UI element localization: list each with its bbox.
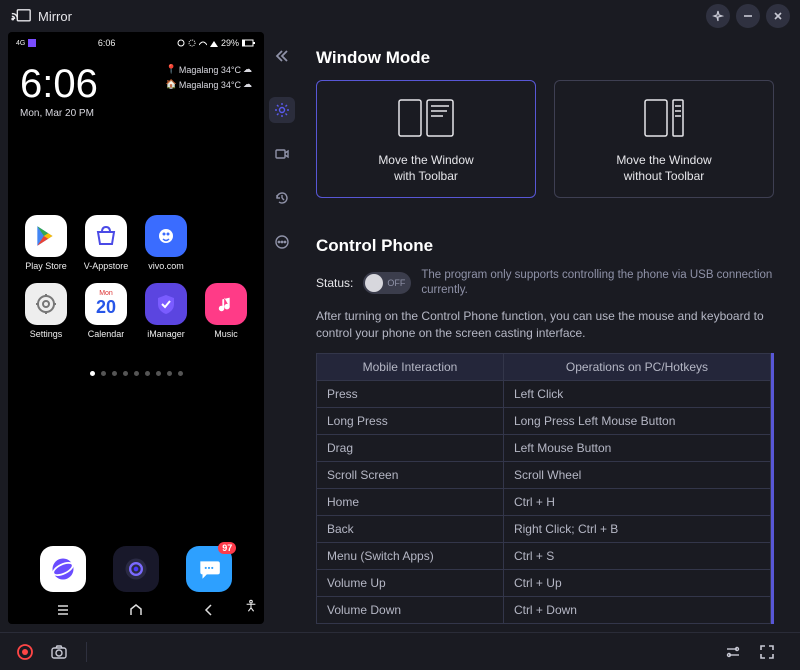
table-header-operations: Operations on PC/Hotkeys (503, 353, 770, 380)
app-imanager[interactable]: iManager (138, 283, 194, 339)
nav-back-button[interactable] (194, 602, 224, 618)
control-phone-title: Control Phone (316, 236, 774, 256)
card-with-toolbar[interactable]: Move the Windowwith Toolbar (316, 80, 536, 198)
phone-navbar (8, 596, 264, 624)
table-row: Long PressLong Press Left Mouse Button (317, 407, 771, 434)
clock-widget: 6:06 Mon, Mar 20 PM 📍Magalang 34°C☁ 🏠Mag… (8, 54, 264, 119)
tab-settings[interactable] (269, 97, 295, 123)
card-caption: Move the Windowwith Toolbar (378, 152, 473, 184)
app-music[interactable]: Music (198, 283, 254, 339)
cell-operation: Ctrl + S (503, 542, 770, 569)
screenshot-button[interactable] (46, 639, 72, 665)
dock-browser[interactable] (40, 546, 86, 592)
window-mode-cards: Move the Windowwith Toolbar Move the Win… (316, 80, 774, 198)
record-button[interactable] (12, 639, 38, 665)
table-row: HomeCtrl + H (317, 488, 771, 515)
table-row: BackRight Click; Ctrl + B (317, 515, 771, 542)
minimize-button[interactable] (736, 4, 760, 28)
card-without-toolbar-icon (627, 94, 701, 142)
collapse-sidebar-button[interactable] (274, 48, 290, 69)
dock-camera[interactable] (113, 546, 159, 592)
tab-history[interactable] (269, 185, 295, 211)
app-play-store[interactable]: Play Store (18, 215, 74, 271)
cell-operation: Right Click; Ctrl + B (503, 515, 770, 542)
app-title: Mirror (38, 9, 72, 24)
hotkey-table: Mobile Interaction Operations on PC/Hotk… (316, 353, 771, 624)
accessibility-icon[interactable] (244, 599, 258, 618)
fullscreen-button[interactable] (754, 639, 780, 665)
close-button[interactable] (766, 4, 790, 28)
cell-interaction: Back (317, 515, 504, 542)
main-area: 4G 6:06 29% 6:06 (0, 32, 800, 632)
cell-operation: Long Press Left Mouse Button (503, 407, 770, 434)
cell-interaction: Long Press (317, 407, 504, 434)
table-row: Volume UpCtrl + Up (317, 569, 771, 596)
cell-operation: Ctrl + Up (503, 569, 770, 596)
nav-home-button[interactable] (121, 602, 151, 618)
pin-icon: 📍 (166, 64, 177, 75)
table-header-interaction: Mobile Interaction (317, 353, 504, 380)
phone-dock: 97 (8, 532, 264, 596)
cell-operation: Left Click (503, 380, 770, 407)
cell-operation: Ctrl + Down (503, 596, 770, 623)
table-row: DragLeft Mouse Button (317, 434, 771, 461)
phone-statusbar: 4G 6:06 29% (8, 32, 264, 54)
cell-interaction: Scroll Screen (317, 461, 504, 488)
home-apps-grid: Play Store V-Appstore vivo.com Settings (8, 119, 264, 339)
cast-icon (10, 8, 32, 24)
phone-mirror-panel[interactable]: 4G 6:06 29% 6:06 (8, 32, 264, 624)
settings-tab-rail (264, 32, 300, 624)
app-calendar[interactable]: Mon20 Calendar (78, 283, 134, 339)
card-without-toolbar[interactable]: Move the Windowwithout Toolbar (554, 80, 774, 198)
status-note: The program only supports controlling th… (421, 268, 774, 298)
settings-content[interactable]: Window Mode Move the Windowwith Toolbar (300, 32, 792, 624)
cell-operation: Scroll Wheel (503, 461, 770, 488)
status-label: Status: (316, 276, 353, 290)
window-mode-title: Window Mode (316, 48, 774, 68)
statusbar-battery: 29% (221, 38, 239, 48)
dock-messages-badge: 97 (218, 542, 236, 554)
cell-interaction: Home (317, 488, 504, 515)
bottombar (0, 632, 800, 670)
control-phone-status-row: Status: OFF The program only supports co… (316, 268, 774, 298)
dock-messages[interactable]: 97 (186, 546, 232, 592)
table-row: PressLeft Click (317, 380, 771, 407)
pin-button[interactable] (706, 4, 730, 28)
app-window: Mirror 4G 6:06 (0, 0, 800, 670)
home-icon: 🏠 (166, 79, 177, 90)
app-logo: Mirror (10, 8, 72, 24)
statusbar-time: 6:06 (36, 38, 177, 48)
table-row: Scroll ScreenScroll Wheel (317, 461, 771, 488)
cell-interaction: Press (317, 380, 504, 407)
card-caption: Move the Windowwithout Toolbar (616, 152, 711, 184)
date-line: Mon, Mar 20 PM (20, 108, 98, 119)
tab-more[interactable] (269, 229, 295, 255)
cell-operation: Left Mouse Button (503, 434, 770, 461)
tab-record[interactable] (269, 141, 295, 167)
cell-interaction: Volume Up (317, 569, 504, 596)
control-phone-toggle[interactable]: OFF (363, 272, 411, 294)
hotkey-table-container[interactable]: Mobile Interaction Operations on PC/Hotk… (316, 353, 774, 624)
cell-interaction: Drag (317, 434, 504, 461)
titlebar: Mirror (0, 0, 800, 32)
control-phone-description: After turning on the Control Phone funct… (316, 308, 774, 343)
phone-screen[interactable]: 4G 6:06 29% 6:06 (8, 32, 264, 624)
table-row: Menu (Switch Apps)Ctrl + S (317, 542, 771, 569)
toggle-panel-button[interactable] (720, 639, 746, 665)
card-with-toolbar-icon (389, 94, 463, 142)
app-v-appstore[interactable]: V-Appstore (78, 215, 134, 271)
big-clock: 6:06 (20, 64, 98, 104)
nav-menu-button[interactable] (48, 602, 78, 618)
table-row: Volume DownCtrl + Down (317, 596, 771, 623)
cell-operation: Ctrl + H (503, 488, 770, 515)
app-settings[interactable]: Settings (18, 283, 74, 339)
weather-widget: 📍Magalang 34°C☁ 🏠Magalang 34°C☁ (166, 64, 252, 119)
app-vivo-com[interactable]: vivo.com (138, 215, 194, 271)
cell-interaction: Volume Down (317, 596, 504, 623)
cell-interaction: Menu (Switch Apps) (317, 542, 504, 569)
